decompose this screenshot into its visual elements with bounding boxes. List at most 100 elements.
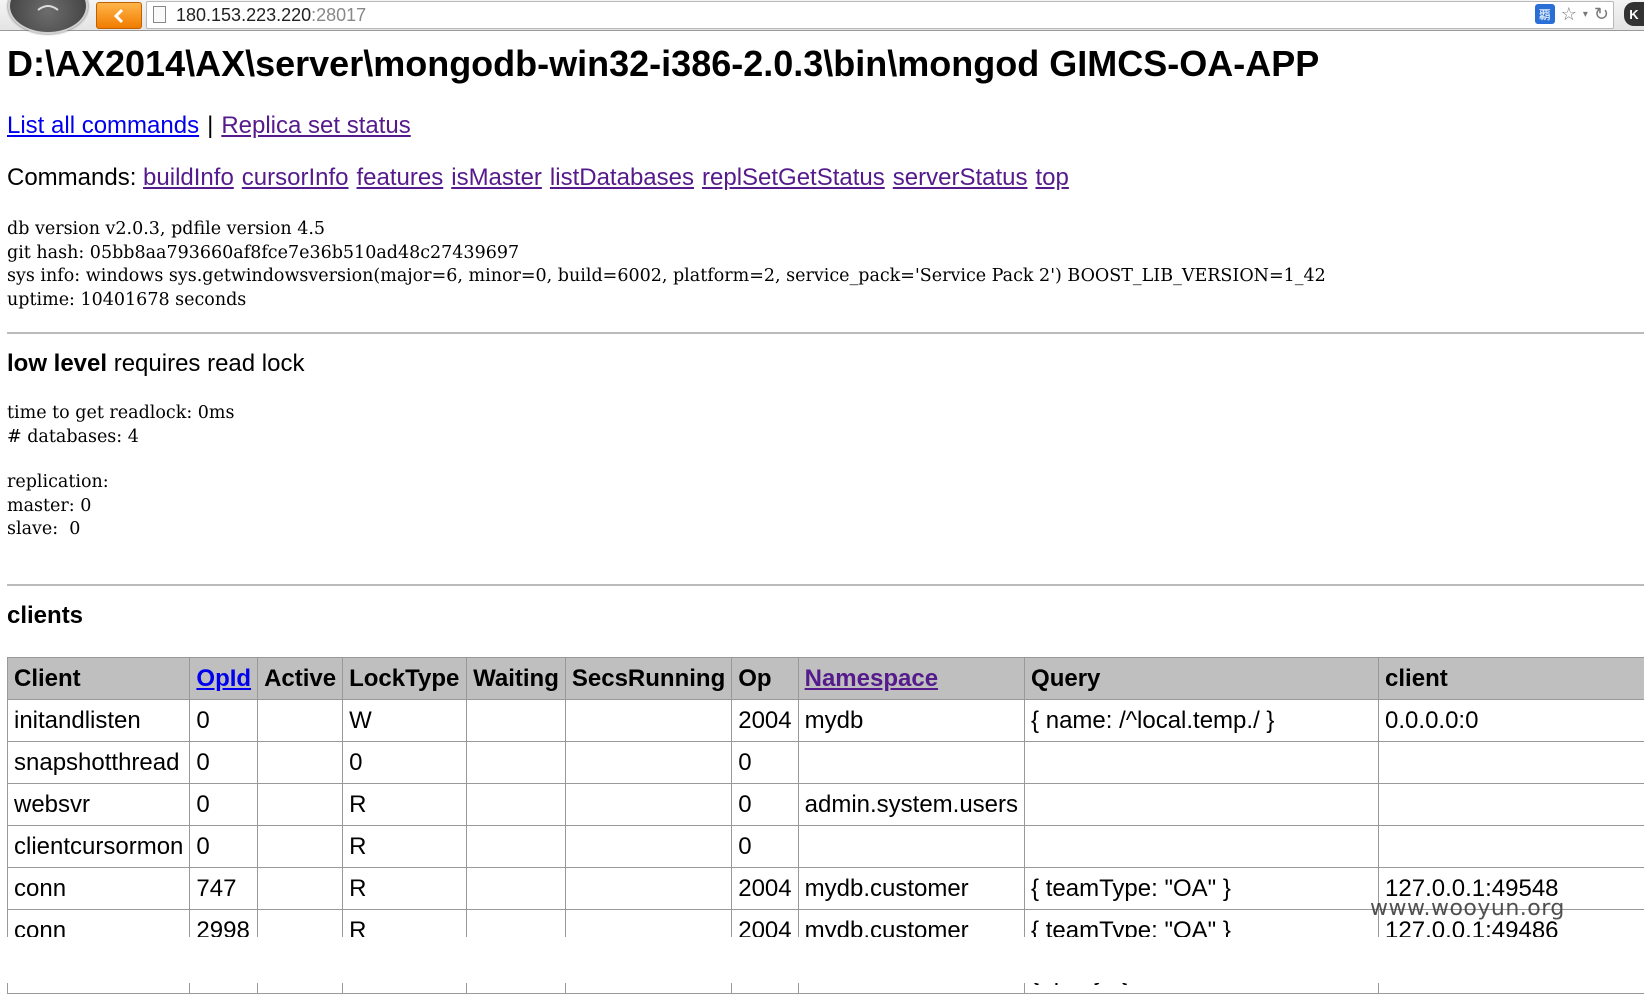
low-level-info: time to get readlock: 0ms # databases: 4 bbox=[7, 402, 1644, 449]
cell-opid: 0 bbox=[190, 826, 258, 868]
clients-heading: clients bbox=[7, 602, 1644, 630]
link-separator: | bbox=[207, 112, 213, 139]
cell-secsrunning bbox=[565, 742, 731, 784]
back-button[interactable] bbox=[96, 2, 142, 29]
table-header-row: Client OpId Active LockType Waiting Secs… bbox=[8, 658, 1644, 700]
cell-opid: 747 bbox=[190, 868, 258, 910]
low-level-rest: requires read lock bbox=[107, 350, 304, 377]
cell-namespace bbox=[798, 742, 1024, 784]
cell-locktype: 0 bbox=[343, 742, 467, 784]
col-locktype: LockType bbox=[343, 658, 467, 700]
col-opid: OpId bbox=[190, 658, 258, 700]
cell-waiting bbox=[467, 742, 566, 784]
command-link-features[interactable]: features bbox=[357, 164, 444, 191]
table-row: clientcursormon0R0 bbox=[8, 826, 1644, 868]
cell-namespace: admin.system.users bbox=[798, 784, 1024, 826]
table-row: websvr0R0admin.system.users bbox=[8, 784, 1644, 826]
cell-waiting bbox=[467, 784, 566, 826]
cell-op: 0 bbox=[732, 826, 798, 868]
divider bbox=[7, 332, 1644, 334]
databases-line: # databases: 4 bbox=[7, 426, 1644, 450]
cell-waiting bbox=[467, 700, 566, 742]
cell-client-address bbox=[1379, 784, 1644, 826]
replica-set-status-link[interactable]: Replica set status bbox=[221, 112, 410, 139]
command-link-listdatabases[interactable]: listDatabases bbox=[550, 164, 694, 191]
url-text[interactable]: 180.153.223.220:28017 bbox=[176, 5, 366, 26]
browser-menu-orb[interactable] bbox=[8, 0, 88, 34]
cell-query bbox=[1025, 784, 1379, 826]
command-link-top[interactable]: top bbox=[1035, 164, 1068, 191]
cell-secsrunning bbox=[565, 826, 731, 868]
col-active: Active bbox=[258, 658, 343, 700]
readlock-line: time to get readlock: 0ms bbox=[7, 402, 1644, 426]
cell-client: initandlisten bbox=[8, 700, 190, 742]
cell-op: 2004 bbox=[732, 868, 798, 910]
cell-op: 0 bbox=[732, 742, 798, 784]
command-link-ismaster[interactable]: isMaster bbox=[451, 164, 542, 191]
col-secsrunning: SecsRunning bbox=[565, 658, 731, 700]
cell-client: websvr bbox=[8, 784, 190, 826]
low-level-heading: low level requires read lock bbox=[7, 350, 1644, 378]
list-all-commands-link[interactable]: List all commands bbox=[7, 112, 199, 139]
cell-client: snapshotthread bbox=[8, 742, 190, 784]
cell-op: 2004 bbox=[732, 700, 798, 742]
cell-query bbox=[1025, 826, 1379, 868]
cell-active bbox=[258, 742, 343, 784]
cell-query: { name: /^local.temp./ } bbox=[1025, 700, 1379, 742]
orb-arc-icon bbox=[36, 4, 60, 12]
commands-label: Commands: bbox=[7, 164, 136, 191]
cell-namespace bbox=[798, 826, 1024, 868]
cell-opid: 0 bbox=[190, 742, 258, 784]
table-row: initandlisten0 W 2004mydb{ name: /^local.t… bbox=[8, 700, 1644, 742]
server-info: db version v2.0.3, pdfile version 4.5 gi… bbox=[7, 218, 1644, 312]
cell-query bbox=[1025, 742, 1379, 784]
table-row: snapshotthread000 bbox=[8, 742, 1644, 784]
col-client-address: client bbox=[1379, 658, 1644, 700]
cell-locktype: R bbox=[343, 868, 467, 910]
replication-info: replication: master: 0 slave: 0 bbox=[7, 471, 1644, 542]
command-link-buildinfo[interactable]: buildInfo bbox=[143, 164, 234, 191]
bookmark-star-icon[interactable]: ☆ bbox=[1561, 4, 1577, 24]
reload-icon[interactable]: ↻ bbox=[1594, 4, 1609, 24]
cell-waiting bbox=[467, 826, 566, 868]
cell-active bbox=[258, 868, 343, 910]
uptime-line: uptime: 10401678 seconds bbox=[7, 289, 1644, 313]
cell-locktype: R bbox=[343, 784, 467, 826]
namespace-sort-link[interactable]: Namespace bbox=[805, 665, 938, 692]
chevron-left-icon bbox=[112, 8, 126, 24]
col-waiting: Waiting bbox=[467, 658, 566, 700]
command-link-serverstatus[interactable]: serverStatus bbox=[893, 164, 1028, 191]
dropdown-caret-icon[interactable]: ▾ bbox=[1583, 9, 1588, 20]
cell-active bbox=[258, 826, 343, 868]
cell-client-address bbox=[1379, 742, 1644, 784]
command-link-cursorinfo[interactable]: cursorInfo bbox=[242, 164, 349, 191]
sys-info-line: sys info: windows sys.getwindowsversion(… bbox=[7, 265, 1644, 289]
browser-toolbar: 180.153.223.220:28017 覇 ☆ ▾ ↻ K bbox=[0, 0, 1644, 31]
replication-master: master: 0 bbox=[7, 495, 1644, 519]
cell-client: conn bbox=[8, 868, 190, 910]
watermark: www.wooyun.org bbox=[1370, 896, 1565, 921]
cell-active bbox=[258, 700, 343, 742]
top-links: List all commands | Replica set status bbox=[7, 112, 1644, 140]
address-bar[interactable]: 180.153.223.220:28017 覇 ☆ ▾ ↻ bbox=[146, 1, 1614, 29]
commands-row: Commands: buildInfo cursorInfo features isM… bbox=[7, 164, 1644, 192]
col-op: Op bbox=[732, 658, 798, 700]
cell-namespace: mydb bbox=[798, 700, 1024, 742]
cell-locktype: W bbox=[343, 700, 467, 742]
cell-opid: 0 bbox=[190, 784, 258, 826]
cell-opid: 0 bbox=[190, 700, 258, 742]
cell-op: 0 bbox=[732, 784, 798, 826]
url-host: 180.153.223.220 bbox=[176, 5, 311, 25]
col-client: Client bbox=[8, 658, 190, 700]
divider bbox=[7, 584, 1644, 586]
opid-sort-link[interactable]: OpId bbox=[196, 665, 251, 692]
cell-waiting bbox=[467, 868, 566, 910]
replication-label: replication: bbox=[7, 471, 1644, 495]
page-title: D:\AX2014\AX\server\mongodb-win32-i386-2… bbox=[7, 44, 1644, 84]
extension-icon[interactable]: 覇 bbox=[1535, 4, 1555, 24]
url-port: :28017 bbox=[311, 5, 366, 25]
db-version-line: db version v2.0.3, pdfile version 4.5 bbox=[7, 218, 1644, 242]
cell-client-address: 0.0.0.0:0 bbox=[1379, 700, 1644, 742]
browser-extension-k-icon[interactable]: K bbox=[1624, 2, 1644, 26]
command-link-replsetgetstatus[interactable]: replSetGetStatus bbox=[702, 164, 885, 191]
